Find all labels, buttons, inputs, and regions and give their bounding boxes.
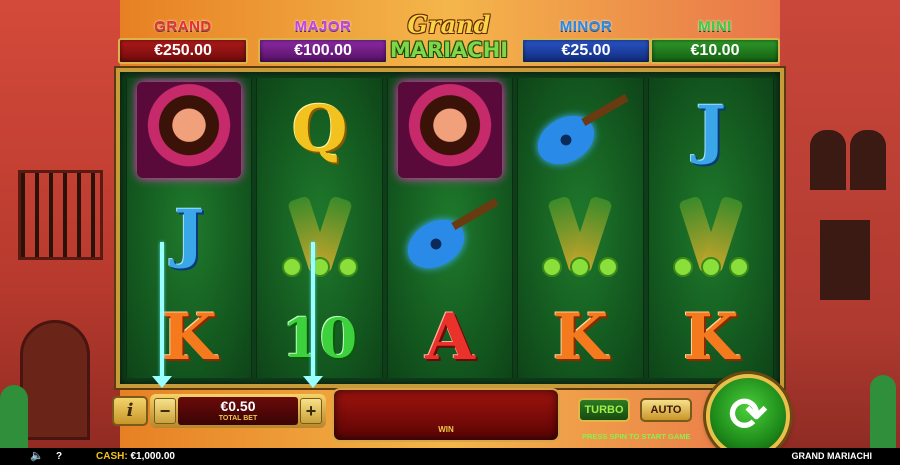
arrow-pointer-plus	[303, 242, 323, 388]
letter-symbol-k: K	[552, 300, 609, 375]
turbo-button[interactable]: TURBO	[578, 398, 630, 422]
guitar-symbol	[529, 88, 630, 175]
letter-symbol-k: K	[161, 300, 218, 375]
reel-column: JK	[126, 78, 253, 378]
total-bet-display: €0.50 TOTAL BET	[178, 397, 298, 425]
bottles-symbol	[272, 191, 368, 277]
logo-line-1: Grand	[407, 10, 491, 39]
letter-symbol-j: J	[695, 92, 726, 167]
symbol-cell	[649, 182, 773, 286]
letter-symbol-a: A	[425, 300, 475, 375]
win-label: WIN	[438, 425, 454, 434]
letter-symbol-q: Q	[291, 92, 348, 167]
symbol-cell: 10	[257, 286, 381, 390]
reel-column: JK	[647, 78, 775, 378]
arched-door	[20, 320, 90, 440]
symbol-cell: K	[127, 286, 251, 390]
jackpot-grand: GRAND €250.00	[118, 18, 248, 66]
autoplay-button[interactable]: AUTO	[640, 398, 692, 422]
symbol-cell	[127, 78, 251, 182]
symbol-cell: J	[127, 182, 251, 286]
reel-grid: J K Q 10 A K J K	[116, 68, 784, 388]
jackpot-major: MAJOR €100.00	[258, 18, 388, 66]
symbol-cell: K	[518, 286, 642, 390]
balcony	[18, 170, 103, 260]
game-name: GRAND MARIACHI	[791, 451, 873, 461]
spin-button[interactable]: ⟳	[706, 374, 790, 458]
cash-value: €1,000.00	[130, 451, 175, 462]
house-window	[850, 130, 886, 190]
reel-column: Q 10	[256, 78, 383, 378]
status-bar: 🔈 ? CASH: €1,000.00 GRAND MARIACHI	[0, 448, 900, 465]
letter-symbol-10: 10	[282, 306, 358, 370]
bottles-symbol	[663, 191, 759, 277]
symbol-cell: J	[649, 78, 773, 182]
arrow-pointer-minus	[152, 242, 172, 388]
woman-portrait-symbol	[398, 82, 503, 178]
symbol-cell	[518, 78, 642, 182]
decrease-bet-button[interactable]: −	[154, 398, 176, 424]
symbol-cell: A	[388, 286, 512, 390]
guitar-symbol	[399, 192, 500, 279]
reel-column: A	[386, 78, 514, 378]
press-spin-hint: PRESS SPIN TO START GAME	[582, 432, 691, 441]
house-window	[810, 130, 846, 190]
symbol-cell	[388, 78, 512, 182]
control-bar: i − €0.50 TOTAL BET + WIN TURBO AUTO PRE…	[110, 374, 790, 458]
jackpot-minor-label: MINOR	[559, 18, 613, 35]
info-button[interactable]: i	[112, 396, 148, 426]
jackpot-minor: MINOR €25.00	[521, 18, 651, 66]
help-button[interactable]: ?	[56, 448, 62, 465]
jackpot-mini-value: €10.00	[650, 38, 780, 64]
woman-portrait-symbol	[137, 82, 242, 178]
logo-line-2: MARIACHI	[389, 38, 509, 62]
jackpot-grand-value: €250.00	[118, 38, 248, 64]
bottles-symbol	[532, 191, 628, 277]
letter-symbol-j: J	[174, 196, 205, 271]
symbol-cell	[257, 182, 381, 286]
jackpot-minor-value: €25.00	[521, 38, 651, 64]
cash-balance: CASH: €1,000.00	[96, 448, 175, 465]
symbol-cell	[388, 182, 512, 286]
sound-icon[interactable]: 🔈	[30, 448, 44, 465]
jackpot-bar: GRAND €250.00 MAJOR €100.00 Grand MARIAC…	[118, 12, 782, 68]
symbol-cell	[518, 182, 642, 286]
house-window	[820, 220, 870, 300]
cash-label: CASH:	[96, 451, 128, 462]
jackpot-mini-label: MINI	[698, 18, 732, 35]
win-display: WIN	[332, 388, 560, 442]
jackpot-grand-label: GRAND	[154, 18, 212, 35]
spin-arrows-icon: ⟳	[728, 388, 768, 440]
symbol-cell: Q	[257, 78, 381, 182]
jackpot-major-label: MAJOR	[294, 18, 352, 35]
bet-selector: − €0.50 TOTAL BET +	[150, 394, 326, 428]
reel-column: K	[517, 78, 644, 378]
jackpot-major-value: €100.00	[258, 38, 388, 64]
increase-bet-button[interactable]: +	[300, 398, 322, 424]
jackpot-mini: MINI €10.00	[650, 18, 780, 66]
total-bet-value: €0.50	[220, 398, 256, 414]
total-bet-label: TOTAL BET	[218, 415, 258, 422]
game-logo: Grand MARIACHI	[376, 12, 522, 72]
letter-symbol-k: K	[683, 300, 739, 375]
